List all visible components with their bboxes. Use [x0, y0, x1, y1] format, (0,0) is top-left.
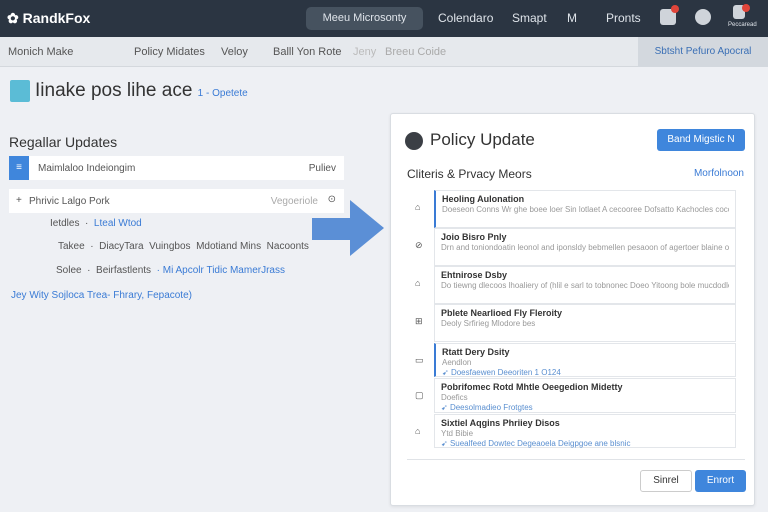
row-value: Vuingbos	[149, 241, 191, 252]
notification-badge	[671, 5, 679, 13]
item-desc: Doefics	[441, 393, 468, 402]
profile-badge	[742, 4, 750, 12]
policy-item[interactable]: Joio Bisro Pnly Drn and toniondoatin leon…	[434, 228, 736, 266]
cancel-button[interactable]: Sinrel	[640, 470, 692, 492]
item-desc: Doeseon Conns Wr ghe boee loer Sin lotla…	[442, 205, 729, 214]
item-title: Joio Bisro Pnly	[441, 232, 507, 242]
enroll-button[interactable]: Enrort	[695, 470, 746, 492]
policy-item[interactable]: Sixtiel Aqgins Phriiey Disos Ytd Bibie ➹ S…	[434, 414, 736, 448]
detail-row: Takee · DiacyTara Vuingbos Mdotiand Mins…	[58, 241, 309, 252]
item-icon: ▢	[415, 390, 424, 400]
item-icon: ⌂	[415, 278, 421, 288]
policy-item[interactable]: Pblete Nearlioed Fly Fleroity Deoly Srfir…	[434, 304, 736, 342]
item-link-text[interactable]: Deesolmadieo Frotgtes	[450, 403, 533, 412]
page-badge[interactable]: 1 - Opetete	[198, 88, 248, 99]
card-right: Puliev	[308, 163, 336, 174]
item-link[interactable]: ➹ Doesfaewen Deeoriten 1 O124	[442, 368, 729, 378]
item-icon: ⊘	[415, 240, 423, 250]
row-value: Mdotiand Mins	[196, 241, 262, 252]
policy-list: ⌂ Heoling Aulonation Doeseon Conns Wr ghe …	[409, 190, 739, 452]
policy-icon	[405, 131, 423, 150]
subnav-item[interactable]: Jeny	[353, 46, 376, 58]
sub-nav: Monich Make Policy Midates Veloy Balll Y…	[0, 37, 768, 67]
row-value[interactable]: Lteal Wtod	[94, 218, 142, 229]
detail-row: Solee · Beirfastlents · Mi Apcolr Tidic …	[56, 265, 285, 276]
item-desc: Deoly Srfirieg Mlodore bes	[441, 319, 536, 328]
subnav-item[interactable]: Veloy	[221, 46, 248, 58]
policy-item[interactable]: Ehtnirose Dsby Do tiewng dlecoos lhoalier…	[434, 266, 736, 304]
arrow-right-icon	[312, 200, 384, 256]
nav-item[interactable]: M	[567, 0, 577, 37]
nav-active-tab[interactable]: Meeu Microsonty	[306, 7, 423, 30]
dialog-subtitle: Cliteris & Prvacy Meors	[407, 167, 532, 181]
profile-label: Peccaread	[728, 22, 757, 28]
row-label: Solee	[56, 265, 82, 276]
item-icon: ⌂	[415, 426, 421, 436]
update-card[interactable]: ≡ Maimlaloo Indeiongim Puliev	[9, 156, 344, 180]
card-label: Phrivic Lalgo Pork	[29, 196, 110, 207]
subnav-item[interactable]: Breeu Coide	[385, 46, 446, 58]
app-logo[interactable]: ✿ RandkFox	[7, 10, 90, 27]
item-link[interactable]: ➹ Deesolmadieo Frotgtes	[441, 403, 729, 413]
policy-item[interactable]: Heoling Aulonation Doeseon Conns Wr ghe b…	[434, 190, 736, 228]
row-label: Takee	[58, 241, 85, 252]
row-label: Ietdles	[50, 218, 80, 229]
policy-update-dialog: Policy Update Band Migstic N Cliteris & …	[390, 113, 755, 506]
row-value: DiacyTara	[99, 241, 144, 252]
more-link[interactable]: Morfolnoon	[694, 168, 744, 179]
subnav-item[interactable]: Monich Make	[8, 46, 73, 58]
detail-row: Ietdles · Lteal Wtod	[50, 218, 142, 229]
item-icon: ▭	[415, 355, 424, 365]
app-name: RandkFox	[22, 10, 91, 26]
nav-item[interactable]: Pronts	[606, 0, 641, 37]
divider	[407, 459, 745, 460]
row-value: Beirfastlents	[96, 265, 152, 276]
item-link[interactable]: ➹ Suealfeed Dowtec Degeaoela Deigpgoe an…	[441, 439, 729, 449]
nav-item[interactable]: Smapt	[512, 0, 547, 37]
item-desc: Aendlon	[442, 358, 472, 367]
page-title: Iinake pos lihe ace 1 - Opetete	[10, 80, 248, 102]
item-title: Rtatt Dery Dsity	[442, 347, 510, 357]
row-value: Nacoonts	[266, 241, 309, 252]
list-icon: ≡	[9, 156, 29, 180]
page-icon	[10, 80, 30, 102]
user-icon[interactable]	[695, 9, 711, 25]
dialog-title-text: Policy Update	[430, 130, 535, 149]
footer-link[interactable]: Jey Wity Sojloca Trea- Fhrary, Fepacote)	[11, 290, 192, 301]
dialog-title: Policy Update	[405, 130, 535, 150]
item-title: Ehtnirose Dsby	[441, 270, 508, 280]
item-desc: Ytd Bibie	[441, 429, 474, 438]
item-desc: Drn and toniondoatin leonol and iponsldy…	[441, 243, 729, 252]
item-icon: ⌂	[415, 202, 421, 212]
item-link-text[interactable]: Doesfaewen Deeoriten 1 O124	[451, 368, 561, 377]
primary-action-button[interactable]: Band Migstic N	[657, 129, 745, 151]
top-bar: ✿ RandkFox Meeu Microsonty Colendaro Sma…	[0, 0, 768, 37]
policy-item[interactable]: Rtatt Dery Dsity Aendlon ➹ Doesfaewen Deeo…	[434, 343, 736, 377]
page-title-text: Iinake pos lihe ace	[35, 80, 193, 102]
subnav-item[interactable]: Balll Yon Rote	[273, 46, 342, 58]
plus-icon: +	[16, 195, 22, 206]
item-title: Heoling Aulonation	[442, 194, 525, 204]
card-label: Maimlaloo Indeiongim	[38, 163, 136, 174]
subnav-item[interactable]: Policy Midates	[134, 46, 205, 58]
policy-item[interactable]: Pobrifomec Rotd Mhtle Oeegedion Midetty D…	[434, 378, 736, 413]
row-value[interactable]: Mi Apcolr Tidic MamerJrass	[163, 265, 285, 276]
item-desc: Do tiewng dlecoos lhoaliery of (hlil e s…	[441, 281, 729, 290]
section-heading: Regallar Updates	[9, 134, 118, 150]
item-title: Sixtiel Aqgins Phriiey Disos	[441, 418, 560, 428]
nav-item[interactable]: Colendaro	[438, 0, 493, 37]
item-link-text[interactable]: Suealfeed Dowtec Degeaoela Deigpgoe ane …	[450, 439, 631, 448]
item-icon: ⊞	[415, 316, 423, 326]
update-card[interactable]: + Phrivic Lalgo Pork Vegoeriole ⊙	[9, 189, 344, 213]
item-title: Pobrifomec Rotd Mhtle Oeegedion Midetty	[441, 382, 623, 392]
item-title: Pblete Nearlioed Fly Fleroity	[441, 308, 563, 318]
submit-approval-button[interactable]: Sbtsht Pefuro Apocral	[638, 37, 768, 67]
